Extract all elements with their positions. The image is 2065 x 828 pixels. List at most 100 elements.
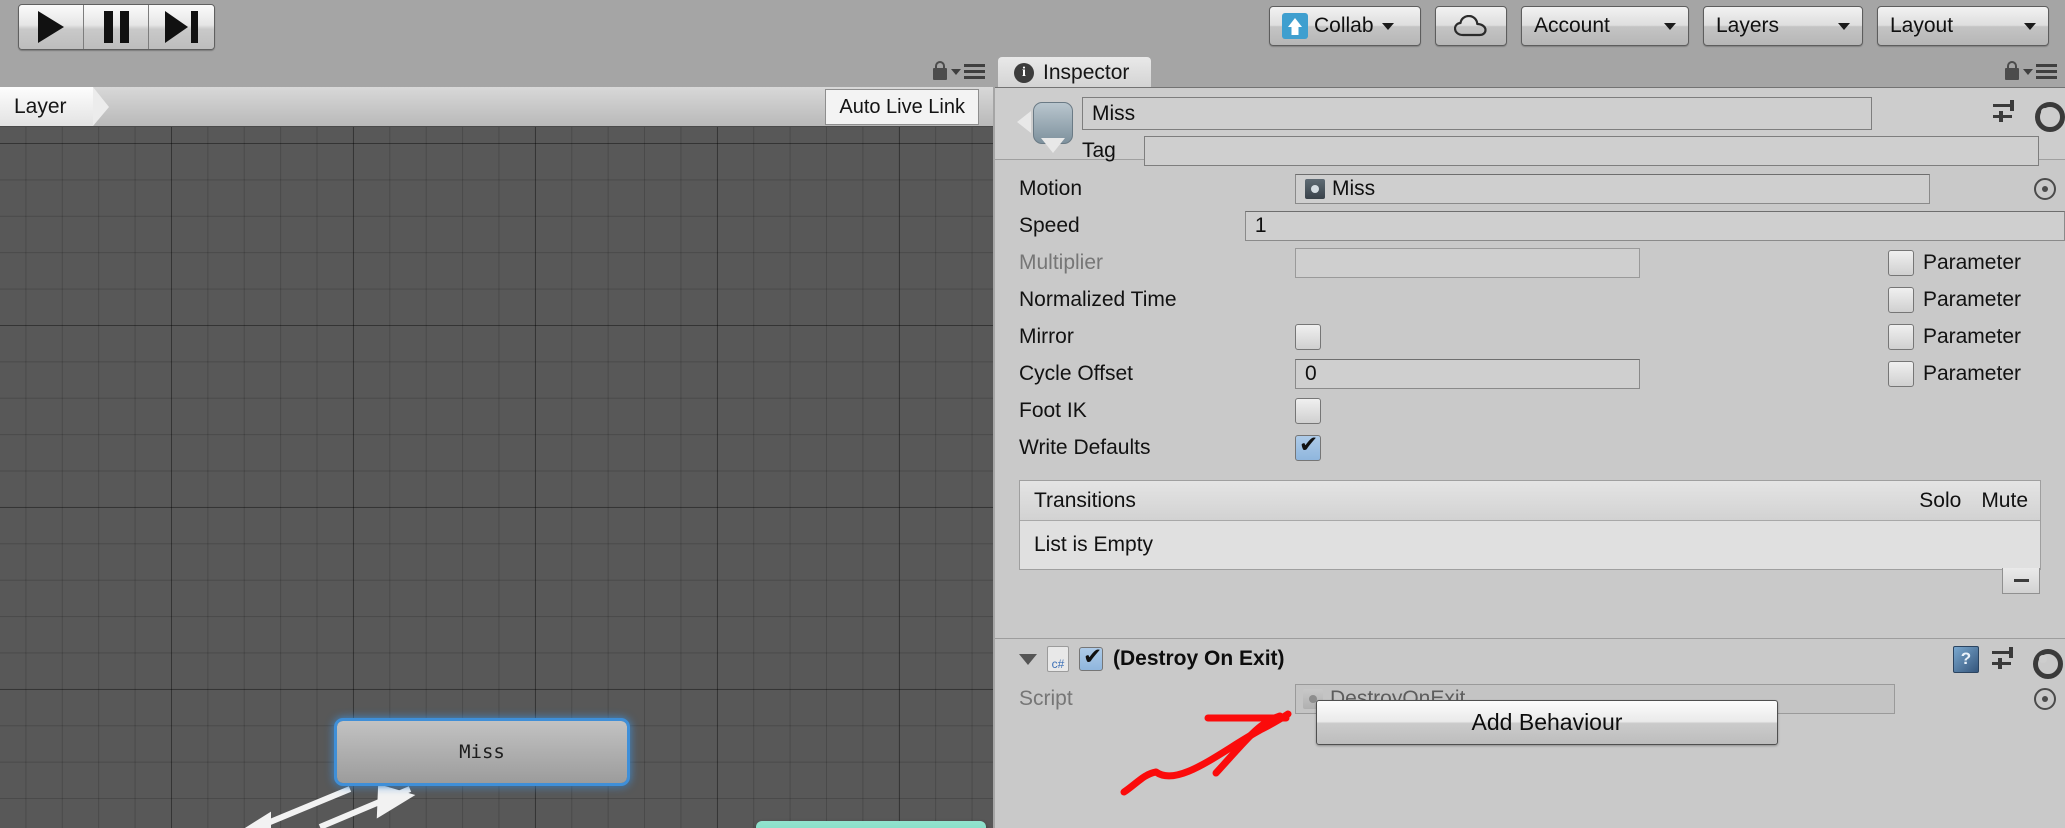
transitions-empty-text: List is Empty xyxy=(1034,533,1154,556)
property-row-mirror: Mirror Parameter xyxy=(995,318,2065,355)
breadcrumb-layer[interactable]: Layer xyxy=(0,87,108,126)
multiplier-parameter-group: Parameter xyxy=(1887,249,2021,276)
account-dropdown[interactable]: Account xyxy=(1521,6,1689,46)
mirror-parameter-group: Parameter xyxy=(1887,323,2021,350)
cycle-offset-input[interactable]: 0 xyxy=(1295,358,1640,389)
parameter-label: Parameter xyxy=(1922,287,2021,311)
motion-label: Motion xyxy=(1019,176,1083,200)
unity-editor-window: Collab Account Layers Layout Layer Auto … xyxy=(0,0,2065,828)
tab-inspector[interactable]: i Inspector xyxy=(998,57,1152,89)
write-defaults-label: Write Defaults xyxy=(1019,435,1151,459)
property-row-write-defaults: Write Defaults xyxy=(995,429,2065,466)
transitions-solo-label: Solo xyxy=(1919,488,1962,512)
layers-dropdown[interactable]: Layers xyxy=(1703,6,1863,46)
animator-state-icon xyxy=(1017,98,1075,160)
inspector-tabstrip: i Inspector xyxy=(995,54,2065,89)
component-title: (Destroy On Exit) xyxy=(1113,647,1285,670)
state-node-any-state[interactable]: Any State xyxy=(756,821,986,828)
gear-icon[interactable] xyxy=(2033,100,2065,132)
chevron-down-icon xyxy=(1838,22,1850,30)
speed-label: Speed xyxy=(1019,213,1080,237)
playback-controls xyxy=(18,4,215,50)
chevron-down-icon[interactable] xyxy=(1019,653,1037,665)
parameter-label: Parameter xyxy=(1922,250,2021,274)
layers-label: Layers xyxy=(1716,14,1780,37)
add-behaviour-button[interactable]: Add Behaviour xyxy=(1316,700,1778,745)
hamburger-menu-icon[interactable] xyxy=(951,64,985,79)
mirror-label: Mirror xyxy=(1019,324,1074,348)
lock-icon[interactable] xyxy=(931,61,949,81)
script-label: Script xyxy=(1019,687,1073,710)
multiplier-dropdown[interactable] xyxy=(1295,247,1640,278)
script-object-picker-icon[interactable] xyxy=(2034,688,2056,710)
cycle-offset-parameter-group: Parameter xyxy=(1887,360,2021,387)
foot-ik-checkbox[interactable] xyxy=(1295,397,1321,424)
hamburger-menu-icon[interactable] xyxy=(2023,64,2057,79)
speed-input[interactable]: 1 xyxy=(1244,210,2065,241)
inspector-header-icons xyxy=(1993,100,2065,132)
collab-label: Collab xyxy=(1314,14,1374,37)
step-icon xyxy=(165,11,198,43)
state-properties: Motion Miss Speed 1 Multiplier Parameter… xyxy=(995,160,2065,466)
parameter-label: Parameter xyxy=(1922,361,2021,385)
write-defaults-checkbox[interactable] xyxy=(1295,432,1321,461)
motion-object-picker-icon[interactable] xyxy=(2034,177,2056,200)
auto-live-link-button[interactable]: Auto Live Link xyxy=(825,89,979,125)
layout-label: Layout xyxy=(1890,14,1954,37)
animator-tabstrip xyxy=(0,54,993,87)
info-icon: i xyxy=(1014,63,1034,83)
motion-value: Miss xyxy=(1332,176,1376,200)
cycle-offset-parameter-checkbox[interactable] xyxy=(1887,360,1914,387)
state-node-label: Miss xyxy=(459,741,505,763)
inspector-header: Miss Tag xyxy=(995,88,2065,166)
foot-ik-label: Foot IK xyxy=(1019,398,1087,422)
lock-icon[interactable] xyxy=(2003,61,2021,81)
preset-icon[interactable] xyxy=(1993,100,2019,124)
collab-button[interactable]: Collab xyxy=(1269,6,1421,46)
toolbar-right-group: Collab Account Layers Layout xyxy=(1269,6,2049,46)
transitions-header: Transitions Solo Mute xyxy=(1020,481,2040,521)
pause-button[interactable] xyxy=(84,5,149,49)
animator-breadcrumb-bar: Layer Auto Live Link xyxy=(0,87,993,127)
layout-dropdown[interactable]: Layout xyxy=(1877,6,2049,46)
mirror-checkbox[interactable] xyxy=(1295,323,1321,350)
normalized-time-label: Normalized Time xyxy=(1019,287,1177,311)
help-book-icon[interactable]: ? xyxy=(1953,645,1979,673)
state-node-miss[interactable]: Miss xyxy=(334,718,630,786)
animator-graph-canvas[interactable]: Miss Idle Any State xyxy=(0,127,993,828)
transitions-list: Transitions Solo Mute List is Empty xyxy=(1019,480,2041,570)
play-icon xyxy=(38,11,64,43)
component-header-icons: ? xyxy=(1953,645,2063,679)
cycle-offset-label: Cycle Offset xyxy=(1019,361,1133,385)
property-row-motion: Motion Miss xyxy=(995,170,2065,207)
normalized-time-parameter-group: Parameter xyxy=(1887,286,2021,313)
csharp-script-icon: c# xyxy=(1047,646,1069,672)
normalized-time-parameter-checkbox[interactable] xyxy=(1887,286,1914,313)
play-button[interactable] xyxy=(19,5,84,49)
transitions-footer xyxy=(995,568,2065,600)
main-toolbar: Collab Account Layers Layout xyxy=(0,0,2065,54)
chevron-down-icon xyxy=(1664,22,1676,30)
account-label: Account xyxy=(1534,14,1610,37)
collab-upload-icon xyxy=(1282,13,1308,39)
animator-panel: Layer Auto Live Link Miss xyxy=(0,54,993,828)
step-button[interactable] xyxy=(149,5,214,49)
multiplier-label: Multiplier xyxy=(1019,250,1104,274)
cloud-button[interactable] xyxy=(1435,6,1507,46)
transitions-mute-label: Mute xyxy=(1981,488,2028,512)
remove-transition-button[interactable] xyxy=(2002,568,2040,594)
property-row-cycle-offset: Cycle Offset 0 Parameter xyxy=(995,355,2065,392)
chevron-down-icon xyxy=(1381,22,1394,30)
property-row-speed: Speed 1 xyxy=(995,207,2065,244)
gear-icon[interactable] xyxy=(2031,647,2063,679)
state-name-input[interactable]: Miss xyxy=(1082,97,1872,130)
mirror-parameter-checkbox[interactable] xyxy=(1887,323,1914,350)
tab-inspector-label: Inspector xyxy=(1043,61,1130,84)
pause-icon xyxy=(103,11,129,43)
multiplier-parameter-checkbox[interactable] xyxy=(1887,249,1914,276)
parameter-label: Parameter xyxy=(1922,324,2021,348)
preset-icon[interactable] xyxy=(1992,647,2018,671)
motion-field[interactable]: Miss xyxy=(1295,173,1930,204)
property-row-normalized-time: Normalized Time Parameter xyxy=(995,281,2065,318)
component-enabled-checkbox[interactable] xyxy=(1079,644,1103,671)
